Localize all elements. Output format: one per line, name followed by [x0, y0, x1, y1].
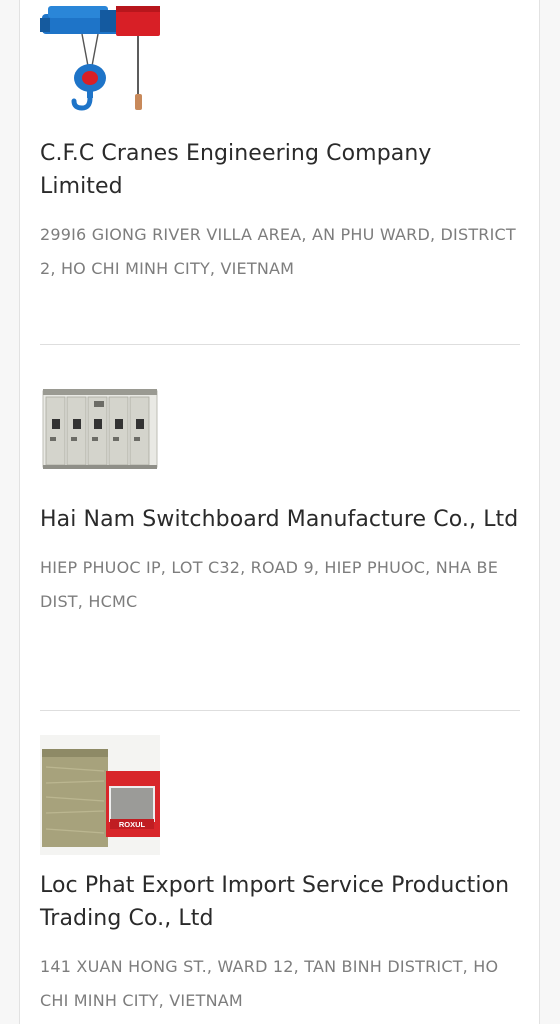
crane-hoist-icon[interactable]	[40, 0, 160, 120]
company-name-link[interactable]: Hai Nam Switchboard Manufacture Co., Ltd	[40, 503, 520, 536]
company-address: 299I6 GIONG RIVER VILLA AREA, AN PHU WAR…	[40, 225, 516, 278]
company-name-link[interactable]: C.F.C Cranes Engineering Company Limited	[40, 137, 520, 203]
switchboard-cabinet-icon[interactable]	[40, 369, 160, 489]
company-listing: Loc Phat Export Import Service Productio…	[40, 869, 520, 1018]
company-address: 141 XUAN HONG ST., WARD 12, TAN BINH DIS…	[40, 957, 499, 1010]
product-brand-label: ROXUL	[119, 820, 146, 829]
company-name-link[interactable]: Loc Phat Export Import Service Productio…	[40, 869, 520, 935]
divider	[40, 710, 520, 711]
company-listing: Hai Nam Switchboard Manufacture Co., Ltd…	[40, 503, 520, 619]
company-address: HIEP PHUOC IP, LOT C32, ROAD 9, HIEP PHU…	[40, 558, 499, 611]
company-listing: C.F.C Cranes Engineering Company Limited…	[40, 137, 520, 286]
insulation-product-icon[interactable]: ROXUL	[40, 735, 160, 855]
divider	[40, 344, 520, 345]
page: C.F.C Cranes Engineering Company Limited…	[0, 0, 560, 1024]
